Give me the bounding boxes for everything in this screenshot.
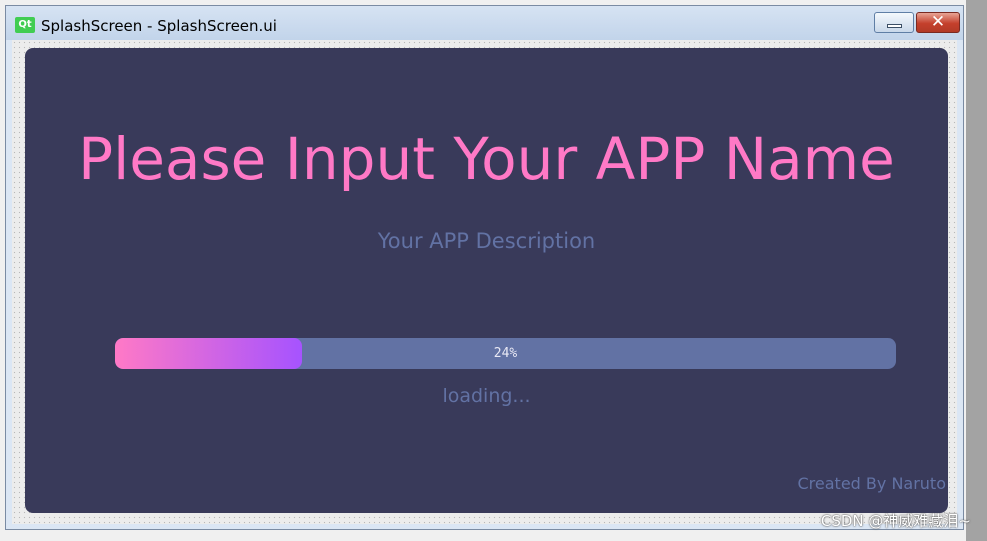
window-titlebar[interactable]: Qt SplashScreen - SplashScreen.ui ✕ [6,6,963,40]
credits-label: Created By Naruto [797,474,947,493]
splash-screen-frame: Please Input Your APP Name Your APP Desc… [25,48,948,513]
progress-percent-label: 24% [493,346,518,361]
close-icon: ✕ [930,12,946,32]
close-button[interactable]: ✕ [916,12,960,33]
loading-status-label: loading... [442,385,531,407]
csdn-watermark: CSDN @神威难藏泪~ [820,512,971,530]
minimize-button[interactable] [874,12,914,33]
form-canvas: Please Input Your APP Name Your APP Desc… [12,40,957,524]
loading-progress-bar: 24% [115,338,896,369]
qt-logo-icon: Qt [15,17,35,33]
designer-window: Qt SplashScreen - SplashScreen.ui ✕ Plea… [5,5,964,530]
background-strip [966,0,987,541]
app-name-label: Please Input Your APP Name [78,125,895,193]
window-title: SplashScreen - SplashScreen.ui [41,17,277,35]
minimize-icon [887,24,902,28]
app-description-label: Your APP Description [377,229,596,253]
